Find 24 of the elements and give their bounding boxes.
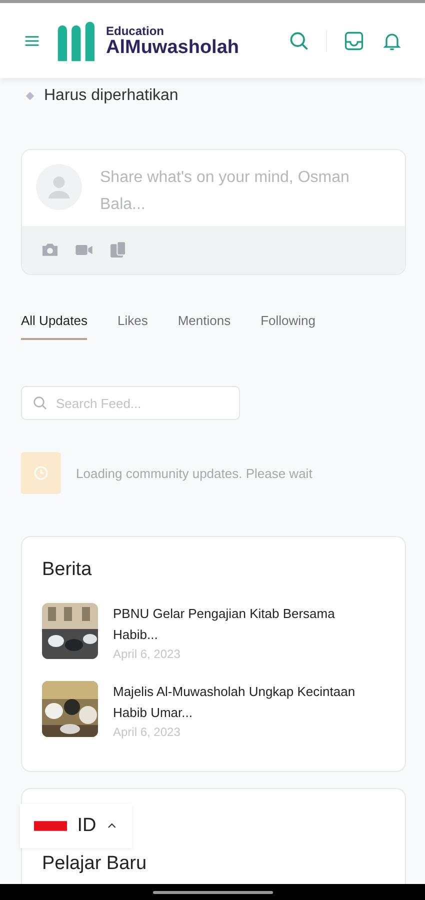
logo-title: AlMuwasholah <box>106 38 240 56</box>
news-title-link[interactable]: Majelis Al-Muwasholah Ungkap Kecintaan Habib Umar... <box>113 681 363 723</box>
search-icon <box>32 395 48 411</box>
search-field[interactable]: Search Feed... <box>21 386 240 420</box>
logo-subtitle: Education <box>106 24 166 36</box>
card-title: Pelajar Baru <box>42 853 148 875</box>
avatar-icon <box>36 164 82 210</box>
feed-tab[interactable]: All Updates <box>21 313 88 340</box>
diamond-icon <box>25 91 35 101</box>
home-handle[interactable] <box>152 890 272 894</box>
search-icon[interactable] <box>288 30 310 52</box>
notice-text: Harus diperhatikan <box>44 87 178 105</box>
card-title: Berita <box>42 559 93 581</box>
feed-tab[interactable]: Mentions <box>178 313 231 340</box>
language-selector[interactable]: ID <box>20 804 132 848</box>
feed-tab[interactable]: Likes <box>117 313 148 340</box>
news-date: April 6, 2023 <box>113 647 182 661</box>
news-date: April 6, 2023 <box>113 725 182 739</box>
inbox-icon[interactable] <box>343 30 365 52</box>
flag-icon <box>34 821 68 831</box>
feed-tab[interactable]: Following <box>260 313 316 340</box>
clock-icon <box>33 465 49 481</box>
news-title-link[interactable]: PBNU Gelar Pengajian Kitab Bersama Habib... <box>113 603 363 645</box>
loading-message: Loading community updates. Please wait <box>76 466 312 480</box>
